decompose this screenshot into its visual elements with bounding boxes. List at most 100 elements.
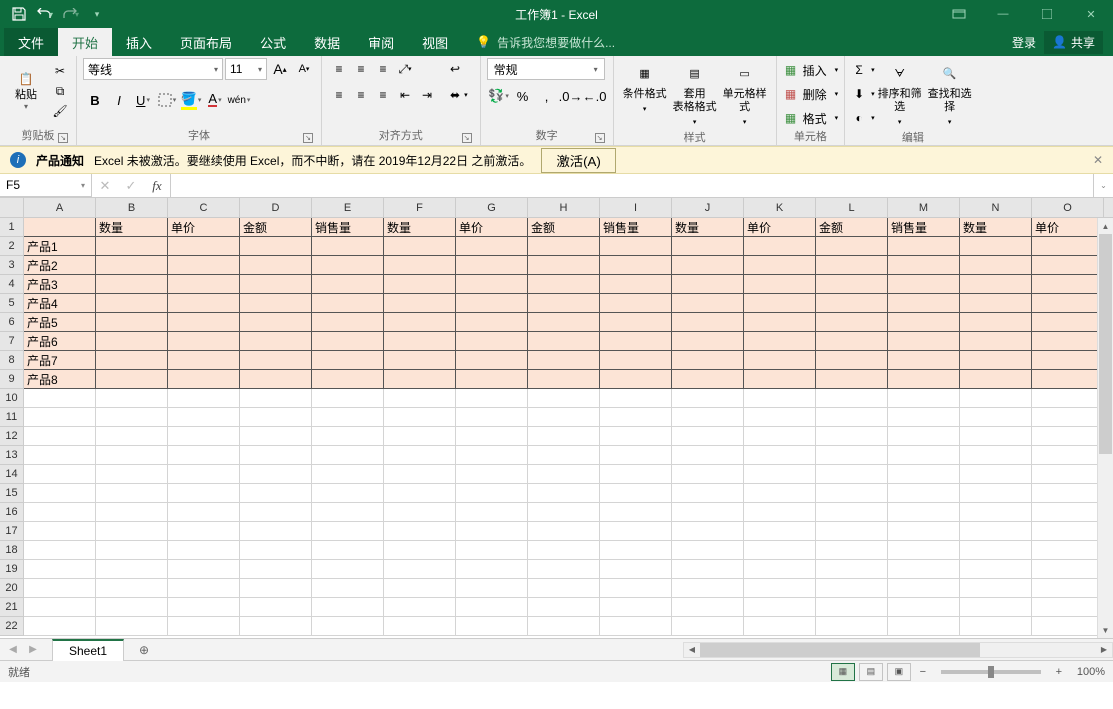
accounting-format-icon[interactable]: 💱▾ <box>487 84 511 108</box>
cell[interactable] <box>1032 294 1104 313</box>
sort-filter-button[interactable]: ᗄ排序和筛选▾ <box>875 58 925 129</box>
cell[interactable] <box>600 465 672 484</box>
cell[interactable] <box>24 408 96 427</box>
cell[interactable] <box>96 617 168 636</box>
scroll-left-icon[interactable]: ◀ <box>684 645 700 654</box>
cell[interactable] <box>384 275 456 294</box>
cell[interactable] <box>528 332 600 351</box>
cell[interactable] <box>384 617 456 636</box>
cell[interactable] <box>960 446 1032 465</box>
cell[interactable] <box>168 579 240 598</box>
cell[interactable] <box>240 598 312 617</box>
cell[interactable] <box>816 256 888 275</box>
cell[interactable] <box>1032 408 1104 427</box>
cell[interactable] <box>456 237 528 256</box>
cell[interactable] <box>1032 579 1104 598</box>
cell[interactable] <box>816 332 888 351</box>
cell[interactable] <box>528 313 600 332</box>
cell[interactable] <box>96 560 168 579</box>
column-header[interactable]: E <box>312 198 384 217</box>
font-dialog-launcher[interactable]: ↘ <box>303 133 313 143</box>
cell[interactable] <box>240 351 312 370</box>
cell[interactable] <box>600 332 672 351</box>
cell[interactable] <box>312 427 384 446</box>
cell[interactable] <box>312 465 384 484</box>
cell[interactable] <box>96 313 168 332</box>
cell[interactable] <box>888 275 960 294</box>
cell[interactable] <box>960 332 1032 351</box>
cell[interactable] <box>168 351 240 370</box>
cell[interactable] <box>24 560 96 579</box>
cell[interactable] <box>456 332 528 351</box>
cell[interactable] <box>528 370 600 389</box>
new-sheet-icon[interactable]: ⊕ <box>132 643 156 657</box>
cell[interactable] <box>168 370 240 389</box>
cell[interactable] <box>960 522 1032 541</box>
cell[interactable] <box>312 275 384 294</box>
tab-page-layout[interactable]: 页面布局 <box>166 28 246 56</box>
cell[interactable] <box>456 503 528 522</box>
cell[interactable] <box>600 579 672 598</box>
cell[interactable] <box>24 598 96 617</box>
cell[interactable] <box>312 351 384 370</box>
cell[interactable] <box>168 294 240 313</box>
cell[interactable] <box>1032 313 1104 332</box>
tab-formulas[interactable]: 公式 <box>246 28 300 56</box>
cell[interactable] <box>816 503 888 522</box>
row-header[interactable]: 1 <box>0 218 24 237</box>
cell[interactable] <box>744 408 816 427</box>
cell[interactable] <box>1032 522 1104 541</box>
cell[interactable] <box>600 617 672 636</box>
cell[interactable] <box>312 294 384 313</box>
cell[interactable] <box>600 598 672 617</box>
cell[interactable] <box>528 484 600 503</box>
cell[interactable] <box>600 446 672 465</box>
column-header[interactable]: B <box>96 198 168 217</box>
cell[interactable] <box>240 503 312 522</box>
cell[interactable]: 产品6 <box>24 332 96 351</box>
scroll-down-icon[interactable]: ▼ <box>1098 622 1113 638</box>
row-header[interactable]: 14 <box>0 465 24 484</box>
row-header[interactable]: 17 <box>0 522 24 541</box>
cell[interactable] <box>888 408 960 427</box>
cell[interactable] <box>168 313 240 332</box>
cell[interactable] <box>24 446 96 465</box>
cell[interactable] <box>168 598 240 617</box>
cell[interactable] <box>96 522 168 541</box>
cell[interactable] <box>960 256 1032 275</box>
cell[interactable] <box>96 427 168 446</box>
cell[interactable] <box>960 541 1032 560</box>
cell[interactable] <box>456 370 528 389</box>
cell[interactable] <box>816 484 888 503</box>
cell[interactable] <box>600 256 672 275</box>
row-header[interactable]: 12 <box>0 427 24 446</box>
cell[interactable] <box>528 541 600 560</box>
cell[interactable] <box>168 427 240 446</box>
cell[interactable]: 数量 <box>960 218 1032 237</box>
cell[interactable] <box>384 370 456 389</box>
cell[interactable] <box>672 370 744 389</box>
cell[interactable] <box>600 370 672 389</box>
cell[interactable]: 销售量 <box>600 218 672 237</box>
cell[interactable] <box>168 617 240 636</box>
cell[interactable] <box>312 313 384 332</box>
hscroll-thumb[interactable] <box>700 643 980 657</box>
view-page-layout-icon[interactable]: ▤ <box>859 663 883 681</box>
cell[interactable] <box>960 560 1032 579</box>
increase-indent-icon[interactable]: ⇥ <box>416 84 438 106</box>
cell[interactable] <box>312 446 384 465</box>
row-header[interactable]: 15 <box>0 484 24 503</box>
cell[interactable] <box>1032 370 1104 389</box>
cell[interactable] <box>384 294 456 313</box>
cell[interactable] <box>600 294 672 313</box>
font-color-button[interactable]: A▾ <box>203 88 227 112</box>
clear-button[interactable]: ◐▾ <box>851 108 875 128</box>
cell[interactable] <box>600 237 672 256</box>
conditional-format-button[interactable]: ▦条件格式▾ <box>620 58 670 116</box>
cell[interactable] <box>888 560 960 579</box>
sheet-nav-prev-icon[interactable]: ◀ <box>4 644 22 655</box>
cell[interactable] <box>528 275 600 294</box>
cell[interactable] <box>528 503 600 522</box>
zoom-slider[interactable] <box>941 670 1041 674</box>
cell[interactable] <box>456 598 528 617</box>
